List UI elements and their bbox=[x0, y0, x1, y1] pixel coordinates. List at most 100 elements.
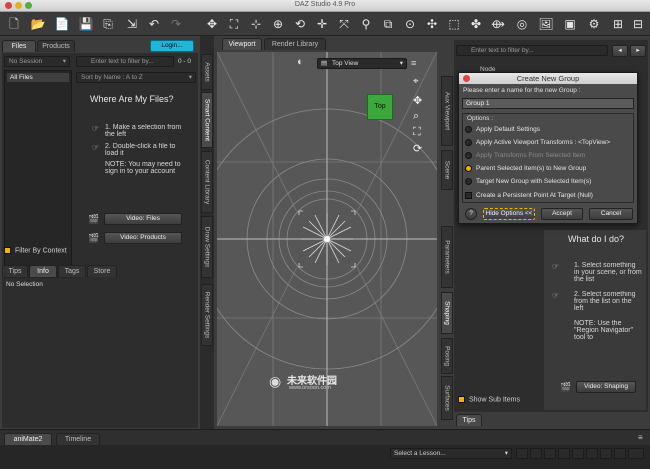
help-button[interactable]: ? bbox=[465, 208, 477, 220]
lesson-step-3[interactable] bbox=[544, 448, 556, 459]
node-select-icon[interactable]: ⊹ bbox=[248, 16, 264, 32]
lesson-step-5[interactable] bbox=[572, 448, 584, 459]
video-products-button[interactable]: Video: Products bbox=[104, 232, 182, 244]
lesson-next[interactable] bbox=[628, 448, 644, 459]
lesson-step-2[interactable] bbox=[530, 448, 542, 459]
move-icon-2[interactable]: ✣ bbox=[424, 16, 440, 32]
lesson-step-8[interactable] bbox=[614, 448, 626, 459]
tab-store[interactable]: Store bbox=[87, 265, 117, 277]
create-new-group-dialog: Create New Group Please enter a name for… bbox=[458, 72, 638, 224]
tab-posing[interactable]: Posing bbox=[441, 338, 453, 374]
new-file-icon[interactable]: 🗋 bbox=[6, 16, 22, 32]
option-parent-selected[interactable]: Parent Selected Item(s) to New Group bbox=[465, 165, 586, 172]
active-pose-icon[interactable]: ✤ bbox=[468, 16, 484, 32]
video-shaping-button[interactable]: Video: Shaping bbox=[576, 381, 636, 393]
lesson-step-6[interactable] bbox=[586, 448, 598, 459]
login-button[interactable]: Login... bbox=[150, 40, 194, 52]
tab-scene[interactable]: Scene bbox=[441, 150, 453, 190]
tab-render-library[interactable]: Render Library bbox=[264, 38, 326, 50]
option-apply-default[interactable]: Apply Default Settings bbox=[465, 126, 540, 133]
viewport[interactable]: ◐ ▤ Top View ▾ ≡ Top ⌖ ✥ ⌕ ⛶ ⟳ ◉ 未来软件园 w… bbox=[217, 52, 437, 426]
surface-tool-icon[interactable]: ⧉ bbox=[380, 16, 396, 32]
tab-smart-content[interactable]: Smart Content bbox=[201, 92, 213, 148]
render-settings-icon[interactable]: ▣ bbox=[562, 16, 578, 32]
tab-draw-settings[interactable]: Draw Settings bbox=[201, 216, 213, 278]
zoom-icon[interactable]: ⌕ bbox=[413, 110, 419, 123]
pane-menu-icon[interactable]: ≡ bbox=[638, 433, 643, 442]
tool-icon[interactable]: ⬚ bbox=[446, 16, 462, 32]
merge-icon[interactable]: ⎘ bbox=[100, 16, 116, 32]
reset-view-icon[interactable]: ⟳ bbox=[413, 142, 422, 155]
tab-files[interactable]: Files bbox=[2, 40, 36, 52]
radio-selected-icon bbox=[465, 165, 472, 172]
accept-button[interactable]: Accept bbox=[541, 208, 583, 220]
render-settings-icon-2[interactable]: ⚙ bbox=[586, 16, 602, 32]
tab-render-settings[interactable]: Render Settings bbox=[201, 284, 213, 346]
lesson-step-4[interactable] bbox=[558, 448, 570, 459]
move-icon[interactable]: ⊙ bbox=[402, 16, 418, 32]
option-apply-transforms-selected[interactable]: Apply Transforms From Selected Item bbox=[465, 152, 585, 159]
session-dropdown[interactable]: No Session ▾ bbox=[4, 56, 70, 67]
tab-content-library[interactable]: Content Library bbox=[201, 151, 213, 213]
filter-by-context-checkbox[interactable]: Filter By Context bbox=[4, 247, 67, 254]
video-files-button[interactable]: Video: Files bbox=[104, 213, 182, 225]
tab-products[interactable]: Products bbox=[37, 40, 75, 52]
tab-animate2[interactable]: aniMate2 bbox=[4, 433, 52, 445]
lesson-step-7[interactable] bbox=[600, 448, 612, 459]
tab-shaping[interactable]: Shaping bbox=[441, 292, 453, 334]
render-icon[interactable]: 🖼 bbox=[538, 16, 554, 32]
pose-icon[interactable]: ⟴ bbox=[490, 16, 506, 32]
cancel-button[interactable]: Cancel bbox=[589, 208, 633, 220]
save-icon[interactable]: 💾 bbox=[78, 16, 94, 32]
tab-info[interactable]: Info bbox=[29, 265, 57, 277]
scene-tool-icon[interactable]: ✥ bbox=[204, 16, 220, 32]
no-selection-label: No Selection bbox=[6, 281, 43, 288]
layout-icon-2[interactable]: ⊟ bbox=[630, 16, 646, 32]
hide-options-button[interactable]: Hide Options << bbox=[483, 208, 535, 220]
translate-tool-icon[interactable]: ✛ bbox=[314, 16, 330, 32]
tab-viewport[interactable]: Viewport bbox=[222, 38, 262, 50]
scale-tool-icon[interactable]: ⤧ bbox=[336, 16, 352, 32]
dialog-close-button[interactable] bbox=[463, 75, 470, 82]
rotate-tool-icon[interactable]: ⟲ bbox=[292, 16, 308, 32]
universal-tool-icon[interactable]: ⊕ bbox=[270, 16, 286, 32]
sort-dropdown[interactable]: Sort by Name : A to Z ▾ bbox=[76, 72, 196, 83]
view-cube[interactable]: Top bbox=[367, 94, 393, 120]
import-icon[interactable]: ⇲ bbox=[124, 16, 140, 32]
spot-render-icon[interactable]: ◎ bbox=[514, 16, 530, 32]
option-apply-viewport-transforms[interactable]: Apply Active Viewport Transforms : <TopV… bbox=[465, 139, 610, 146]
search-input[interactable]: Enter text to filter by... bbox=[76, 56, 174, 67]
orbit-icon[interactable]: ⌖ bbox=[413, 76, 419, 87]
viewport-menu-icon[interactable]: ≡ bbox=[411, 58, 416, 68]
lesson-step-1[interactable] bbox=[516, 448, 528, 459]
tab-assets[interactable]: Assets bbox=[201, 54, 213, 90]
view-selector[interactable]: ▤ Top View ▾ bbox=[317, 58, 407, 69]
open-file-icon[interactable]: 📄 bbox=[54, 16, 70, 32]
pan-icon[interactable]: ✥ bbox=[413, 94, 422, 107]
tab-tags[interactable]: Tags bbox=[58, 265, 86, 277]
right-search-input[interactable]: Enter text to filter by... bbox=[456, 45, 608, 56]
persistent-point-checkbox[interactable]: Create a Persistent Point At Target (Nul… bbox=[465, 192, 593, 199]
lesson-dropdown[interactable]: Select a Lesson... ▾ bbox=[390, 448, 512, 459]
next-button[interactable]: ▸ bbox=[630, 45, 646, 57]
tab-timeline[interactable]: Timeline bbox=[56, 433, 100, 445]
tree-item-all-files[interactable]: All Files bbox=[7, 73, 69, 82]
layout-icon[interactable]: ⊞ bbox=[610, 16, 626, 32]
joint-editor-icon[interactable]: ⚲ bbox=[358, 16, 374, 32]
open-folder-icon[interactable]: 📂 bbox=[30, 16, 46, 32]
tab-right-tips[interactable]: Tips bbox=[456, 414, 482, 426]
camera-icon[interactable]: ◐ bbox=[297, 56, 304, 68]
tab-tips[interactable]: Tips bbox=[2, 265, 28, 277]
frame-icon[interactable]: ⛶ bbox=[413, 126, 421, 139]
option-target-new-group[interactable]: Target New Group with Selected Item(s) bbox=[465, 178, 591, 185]
tab-surfaces[interactable]: Surfaces bbox=[441, 376, 453, 420]
transform-tool-icon[interactable]: ⛶ bbox=[226, 16, 242, 32]
prev-button[interactable]: ◂ bbox=[612, 45, 628, 57]
show-sub-items-checkbox[interactable]: Show Sub Items bbox=[458, 396, 520, 403]
tab-parameters[interactable]: Parameters bbox=[441, 226, 453, 288]
lesson-label: Select a Lesson... bbox=[394, 450, 446, 457]
undo-icon[interactable]: ↶ bbox=[146, 16, 162, 32]
group-name-input[interactable]: Group 1 bbox=[462, 98, 634, 109]
redo-icon[interactable]: ↷ bbox=[168, 16, 184, 32]
tab-aux-viewport[interactable]: Aux Viewport bbox=[441, 76, 453, 146]
